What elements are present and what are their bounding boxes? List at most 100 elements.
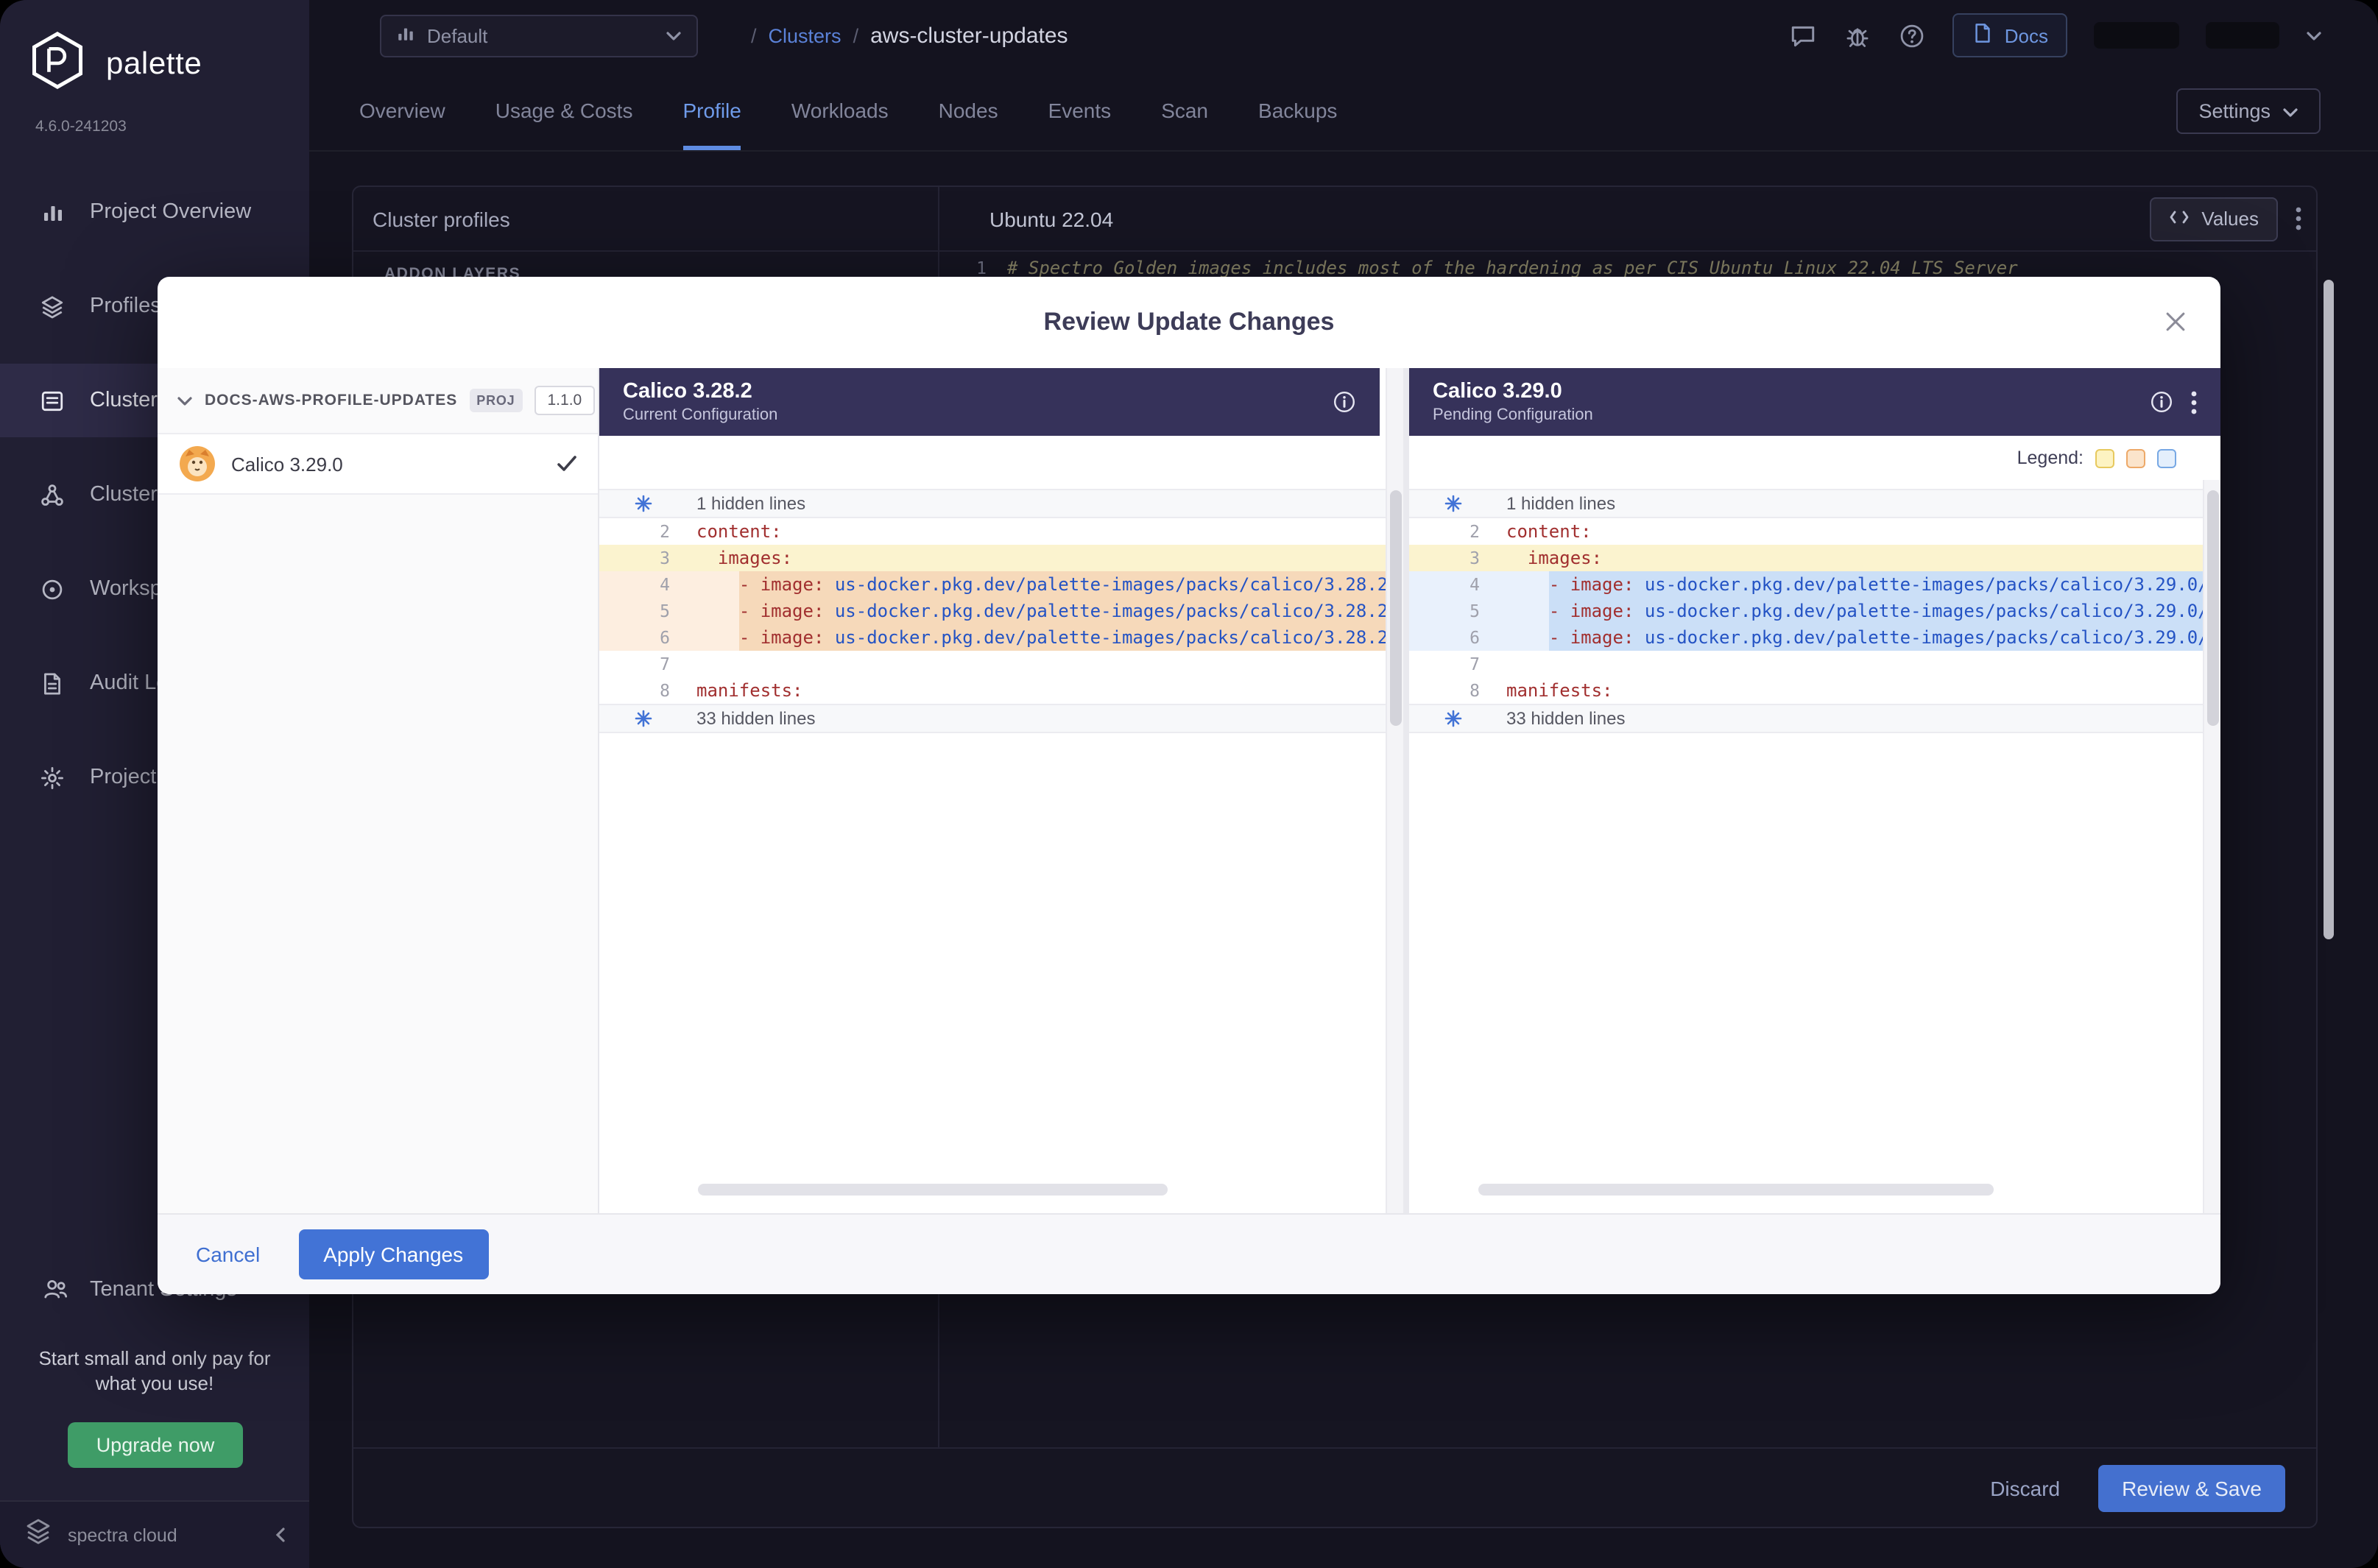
project-selector[interactable]: Default [380,14,698,57]
user-menu-chevron-icon[interactable] [2306,30,2322,40]
pack-header: Ubuntu 22.04 Values [938,187,2316,250]
expand-icon[interactable] [1444,495,1462,512]
breadcrumb-separator: / [853,24,859,46]
hidden-lines-label: 1 hidden lines [1506,490,1615,517]
info-icon[interactable] [1333,390,1356,414]
tab-events[interactable]: Events [1048,71,1112,150]
hidden-lines-label: 33 hidden lines [1506,705,1625,732]
expand-icon[interactable] [635,495,652,512]
line-number: 6 [1409,624,1495,651]
upgrade-promo-text: Start small and only pay for what you us… [0,1346,309,1396]
diff-line: 5 - image: us-docker.pkg.dev/palette-ima… [599,598,1403,624]
hidden-lines-label: 33 hidden lines [696,705,815,732]
bar-chart-icon [38,198,66,226]
legend-label: Legend: [2017,448,2084,468]
kebab-menu-icon[interactable] [2191,389,2197,414]
tab-overview[interactable]: Overview [359,71,445,150]
brand: palette [27,29,202,99]
user-info-redacted[interactable] [2094,22,2179,49]
expand-icon[interactable] [635,710,652,727]
hidden-lines-row[interactable]: 1 hidden lines [599,489,1403,518]
apply-changes-button[interactable]: Apply Changes [298,1229,488,1279]
discard-button[interactable]: Discard [1990,1476,2060,1500]
expand-icon[interactable] [1444,710,1462,727]
modal-footer: Cancel Apply Changes [158,1213,2220,1294]
page-scrollbar[interactable] [2324,280,2334,939]
tab-backups[interactable]: Backups [1258,71,1337,150]
chat-icon[interactable] [1790,21,1818,49]
pack-kebab-menu-icon[interactable] [2296,206,2301,231]
sidebar-item-label: Project Overview [90,200,251,224]
horizontal-scrollbar-thumb[interactable] [1478,1184,1994,1196]
line-number: 8 [599,677,685,704]
review-update-changes-modal: Review Update Changes DOCS-AWS-PROFILE-U… [158,277,2220,1294]
modal-header: Review Update Changes [158,277,2220,368]
pack-list-item-calico[interactable]: Calico 3.29.0 [158,433,598,495]
help-icon[interactable] [1899,21,1927,49]
cancel-button[interactable]: Cancel [196,1243,260,1266]
sidebar-item-project-overview[interactable]: Project Overview [0,175,309,249]
gear-icon [38,763,66,791]
diff-line: 5 - image: us-docker.pkg.dev/palette-ima… [1409,598,2220,624]
review-save-button[interactable]: Review & Save [2098,1464,2285,1511]
close-icon[interactable] [2166,312,2185,331]
horizontal-scrollbar-thumb[interactable] [698,1184,1168,1196]
chevron-down-icon [666,30,682,40]
sidebar-item-label: Clusters [90,389,168,412]
breadcrumb: / Clusters / aws-cluster-updates [751,23,1068,48]
profile-tree-panel: DOCS-AWS-PROFILE-UPDATES PROJ 1.1.0 Cal [158,368,599,1213]
tab-scan[interactable]: Scan [1161,71,1208,150]
profile-tree-header[interactable]: DOCS-AWS-PROFILE-UPDATES PROJ 1.1.0 [158,368,598,433]
tab-nodes[interactable]: Nodes [939,71,998,150]
document-icon [38,669,66,697]
settings-button[interactable]: Settings [2176,88,2321,133]
diff-line: 4 - image: us-docker.pkg.dev/palette-ima… [1409,571,2220,598]
hidden-lines-row[interactable]: 33 hidden lines [1409,704,2220,733]
hidden-lines-row[interactable]: 1 hidden lines [1409,489,2220,518]
diff-pane-pending: Calico 3.29.0 Pending Configuration Lege… [1409,368,2220,1213]
current-pane-subtitle: Current Configuration [623,404,777,425]
breadcrumb-current-page: aws-cluster-updates [870,23,1068,48]
current-pane-header: Calico 3.28.2 Current Configuration [599,368,1380,436]
diff-line: 7 [1409,651,2220,677]
vertical-scrollbar[interactable] [2203,480,2220,1213]
line-number: 3 [1409,545,1495,571]
legend: Legend: [2017,448,2176,468]
chevron-down-icon[interactable] [177,395,193,406]
diff-line: 6 - image: us-docker.pkg.dev/palette-ima… [599,624,1403,651]
vertical-scrollbar[interactable] [1386,368,1403,1213]
user-name-redacted[interactable] [2206,22,2279,49]
scope-badge: PROJ [469,389,522,412]
chevron-down-icon [2282,99,2298,121]
bug-icon[interactable] [1844,21,1872,49]
topbar: Default / Clusters / aws-cluster-updates… [309,0,2378,71]
breadcrumb-clusters-link[interactable]: Clusters [769,24,842,46]
values-button[interactable]: Values [2150,197,2278,241]
bar-chart-mini-icon [396,24,415,47]
tab-usage-costs[interactable]: Usage & Costs [495,71,633,150]
pending-pane-header: Calico 3.29.0 Pending Configuration [1409,368,2220,436]
line-number: 2 [1409,518,1495,545]
current-pane-code: 1 hidden lines 2 content: 3 images: 4 - … [599,480,1403,1213]
hidden-lines-row[interactable]: 33 hidden lines [599,704,1403,733]
upgrade-now-button[interactable]: Upgrade now [68,1422,243,1468]
line-number: 2 [599,518,685,545]
tab-workloads[interactable]: Workloads [791,71,889,150]
palette-logo-icon [27,29,88,99]
scrollbar-thumb[interactable] [2207,490,2219,726]
diff-line: 6 - image: us-docker.pkg.dev/palette-ima… [1409,624,2220,651]
scrollbar-thumb[interactable] [1390,490,1402,726]
diff-line: 8 manifests: [599,677,1403,704]
info-icon[interactable] [2150,390,2173,414]
diff-line: 7 [599,651,1403,677]
tab-profile[interactable]: Profile [682,71,741,150]
pending-pane-subtitle: Pending Configuration [1433,404,1593,425]
legend-swatch-0 [2095,448,2114,467]
code-icon [2169,208,2190,230]
docs-button[interactable]: Docs [1953,13,2067,57]
cluster-tabs-row: Overview Usage & Costs Profile Workloads… [309,71,2378,152]
editor-line-number: 1 [939,258,1007,278]
pack-title: Ubuntu 22.04 [989,207,1113,230]
docs-icon [1972,22,1994,49]
collapse-sidebar-icon[interactable] [275,1527,286,1543]
